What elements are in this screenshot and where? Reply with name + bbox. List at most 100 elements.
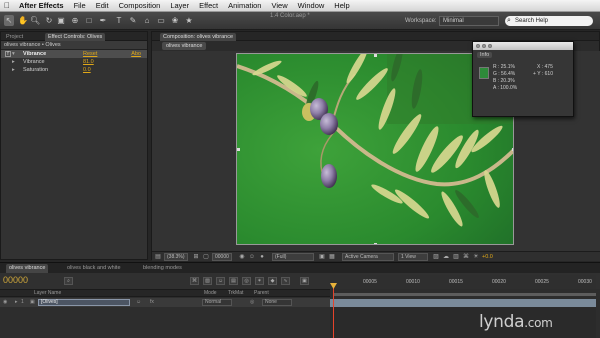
expand-layer-icon[interactable]: ▸: [15, 299, 18, 306]
menu-window[interactable]: Window: [293, 1, 330, 10]
fast-previews-icon[interactable]: ☁: [442, 253, 450, 261]
fx-switch-icon[interactable]: fx: [150, 299, 154, 306]
tab-info[interactable]: Info: [477, 52, 493, 58]
rotation-tool-icon[interactable]: ↻: [44, 15, 54, 26]
effect-vibrance-row[interactable]: f ▾ Vibrance Reset Abo: [1, 50, 147, 58]
motion-blur-icon[interactable]: ◎: [242, 277, 251, 285]
about-link[interactable]: Abo: [131, 50, 141, 58]
rectangle-tool-icon[interactable]: □: [84, 15, 94, 26]
search-layers-icon[interactable]: ⌕: [64, 277, 73, 285]
frame-blending-icon[interactable]: ▤: [229, 277, 238, 285]
menu-layer[interactable]: Layer: [165, 1, 194, 10]
vibrance-value[interactable]: 81.0: [83, 58, 94, 66]
camera-dropdown[interactable]: Active Camera: [342, 253, 394, 261]
zoom-tool-icon[interactable]: 🔍︎: [30, 15, 40, 26]
hide-shy-layers-icon[interactable]: ☺: [216, 277, 225, 285]
tab-blending-modes[interactable]: blending modes: [140, 264, 185, 273]
effect-panel-tabs: Project Effect Controls: Olives: [1, 32, 147, 41]
workspace-dropdown[interactable]: Minimal: [439, 16, 499, 26]
tab-olives-vibrance[interactable]: olives vibrance: [6, 264, 49, 273]
exposure-icon[interactable]: ☀: [472, 253, 480, 261]
show-snapshot-icon[interactable]: ☺: [248, 253, 256, 261]
menu-composition[interactable]: Composition: [114, 1, 166, 10]
parent-dropdown[interactable]: None: [262, 299, 292, 306]
apple-menu-icon[interactable]: : [0, 1, 14, 10]
menu-file[interactable]: File: [69, 1, 91, 10]
time-ruler[interactable]: 00005 00010 00015 00020 00025 00030: [330, 275, 596, 289]
menu-animation[interactable]: Animation: [223, 1, 266, 10]
work-area-bar[interactable]: [333, 293, 596, 296]
menu-effect[interactable]: Effect: [194, 1, 223, 10]
lynda-watermark: lynda.com: [479, 312, 553, 332]
layer-name-field[interactable]: [Olives]: [38, 299, 130, 306]
selection-tool-icon[interactable]: ↖: [4, 15, 14, 26]
layer-duration-bar[interactable]: [330, 299, 596, 307]
brainstorm-icon[interactable]: ✶: [255, 277, 264, 285]
magnification-dropdown[interactable]: (38.3%): [164, 253, 188, 261]
blend-mode-dropdown[interactable]: Normal: [202, 299, 232, 306]
graph-editor-icon[interactable]: ∿: [281, 277, 290, 285]
menu-edit[interactable]: Edit: [91, 1, 114, 10]
timeline-icon[interactable]: ▥: [452, 253, 460, 261]
clone-stamp-tool-icon[interactable]: ⌂: [142, 15, 152, 26]
visibility-eye-icon[interactable]: ◉: [3, 299, 7, 306]
flowchart-icon[interactable]: ⌘: [462, 253, 470, 261]
col-trkmat[interactable]: TrkMat: [228, 290, 243, 297]
draft-3d-icon[interactable]: ▧: [203, 277, 212, 285]
fx-toggle-icon[interactable]: f: [5, 51, 11, 57]
minimize-icon[interactable]: [482, 44, 486, 48]
camera-tool-icon[interactable]: ▣: [56, 15, 66, 26]
comp-navigator-tab[interactable]: olives vibrance: [162, 42, 207, 50]
roto-brush-tool-icon[interactable]: ❀: [170, 15, 180, 26]
info-titlebar[interactable]: [473, 42, 573, 50]
transparency-grid-icon[interactable]: ▦: [328, 253, 336, 261]
timeline-timecode[interactable]: 00000: [3, 275, 28, 285]
disclosure-down-icon[interactable]: ▾: [12, 50, 15, 58]
layer-row[interactable]: ◉ ▸ 1 ▣ [Olives] ☺ fx Normal ◎ None: [0, 298, 330, 307]
app-menu[interactable]: After Effects: [14, 1, 69, 10]
comp-mini-flowchart-icon[interactable]: ⌘: [190, 277, 199, 285]
reset-link[interactable]: Reset: [83, 50, 97, 58]
info-panel[interactable]: Info R : 25.1% G : 56.4% B : 20.3% A : 1…: [472, 41, 574, 117]
eraser-tool-icon[interactable]: ▭: [156, 15, 166, 26]
exposure-value[interactable]: +0.0: [482, 253, 493, 261]
hand-tool-icon[interactable]: ✋: [18, 15, 28, 26]
tab-effect-controls[interactable]: Effect Controls: Olives: [45, 33, 106, 41]
mask-visibility-icon[interactable]: ▢: [202, 253, 210, 261]
always-preview-icon[interactable]: ▤: [154, 253, 162, 261]
auto-keyframe-icon[interactable]: ◆: [268, 277, 277, 285]
search-help-field[interactable]: ⌕ Search Help: [505, 16, 593, 26]
shy-switch-icon[interactable]: ☺: [136, 299, 141, 306]
pickwhip-icon[interactable]: ◎: [250, 299, 254, 306]
resolution-dropdown[interactable]: (Full): [272, 253, 314, 261]
tab-project[interactable]: Project: [3, 33, 26, 41]
menu-help[interactable]: Help: [329, 1, 354, 10]
timeline-track-area[interactable]: [330, 307, 596, 338]
channel-icon[interactable]: ●: [258, 253, 266, 261]
tab-olives-bw[interactable]: olives black and white: [64, 264, 124, 273]
pen-tool-icon[interactable]: ✒: [98, 15, 108, 26]
snapshot-icon[interactable]: ◉: [238, 253, 246, 261]
current-time-field[interactable]: 00000: [212, 253, 232, 261]
param-row-saturation: ▸ Saturation 0.0: [1, 66, 147, 74]
menu-view[interactable]: View: [266, 1, 292, 10]
close-icon[interactable]: [476, 44, 480, 48]
col-layer-name[interactable]: Layer Name: [34, 290, 61, 297]
safe-zones-icon[interactable]: ⊞: [192, 253, 200, 261]
col-mode[interactable]: Mode: [204, 290, 217, 297]
comp-button-icon[interactable]: ▣: [300, 277, 309, 285]
region-of-interest-icon[interactable]: ▣: [318, 253, 326, 261]
disclosure-right-icon[interactable]: ▸: [12, 58, 15, 66]
zoom-icon[interactable]: [488, 44, 492, 48]
disclosure-right-icon[interactable]: ▸: [12, 66, 15, 74]
type-tool-icon[interactable]: T: [114, 15, 124, 26]
saturation-value[interactable]: 0.0: [83, 66, 91, 74]
brush-tool-icon[interactable]: ✎: [128, 15, 138, 26]
puppet-tool-icon[interactable]: ★: [184, 15, 194, 26]
col-parent[interactable]: Parent: [254, 290, 269, 297]
toggle-pixel-aspect-icon[interactable]: ▨: [432, 253, 440, 261]
pan-behind-tool-icon[interactable]: ⊕: [70, 15, 80, 26]
tab-composition[interactable]: Composition: olives vibrance: [160, 33, 237, 41]
playhead-line[interactable]: [333, 283, 334, 338]
view-layout-dropdown[interactable]: 1 View: [398, 253, 428, 261]
